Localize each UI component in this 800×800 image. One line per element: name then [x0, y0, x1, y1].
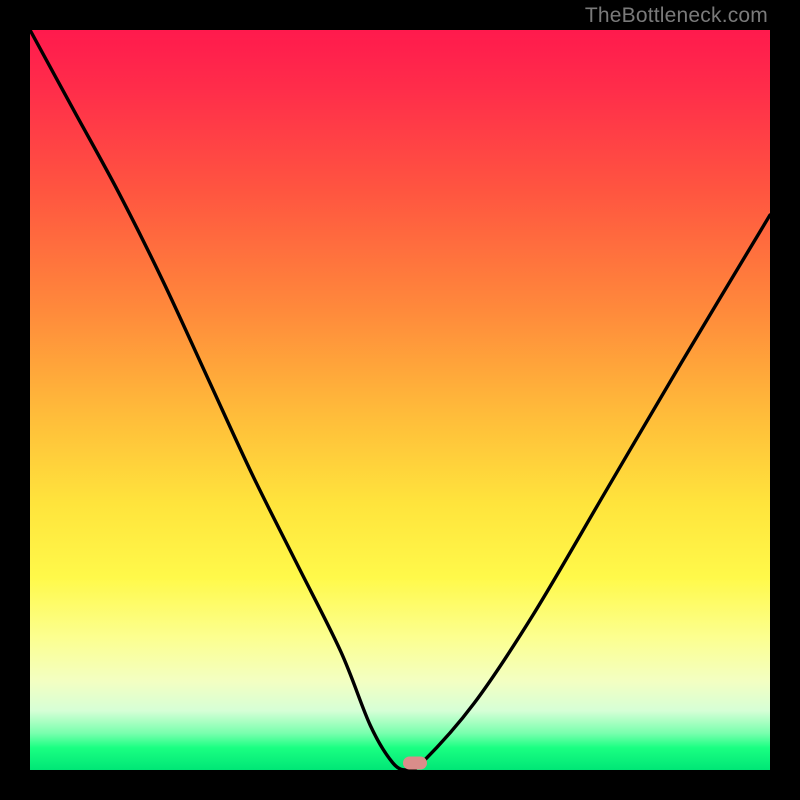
bottleneck-curve — [30, 30, 770, 770]
watermark-text: TheBottleneck.com — [585, 4, 768, 28]
plot-area — [30, 30, 770, 770]
optimal-marker-icon — [403, 756, 427, 769]
chart-frame: TheBottleneck.com — [0, 0, 800, 800]
